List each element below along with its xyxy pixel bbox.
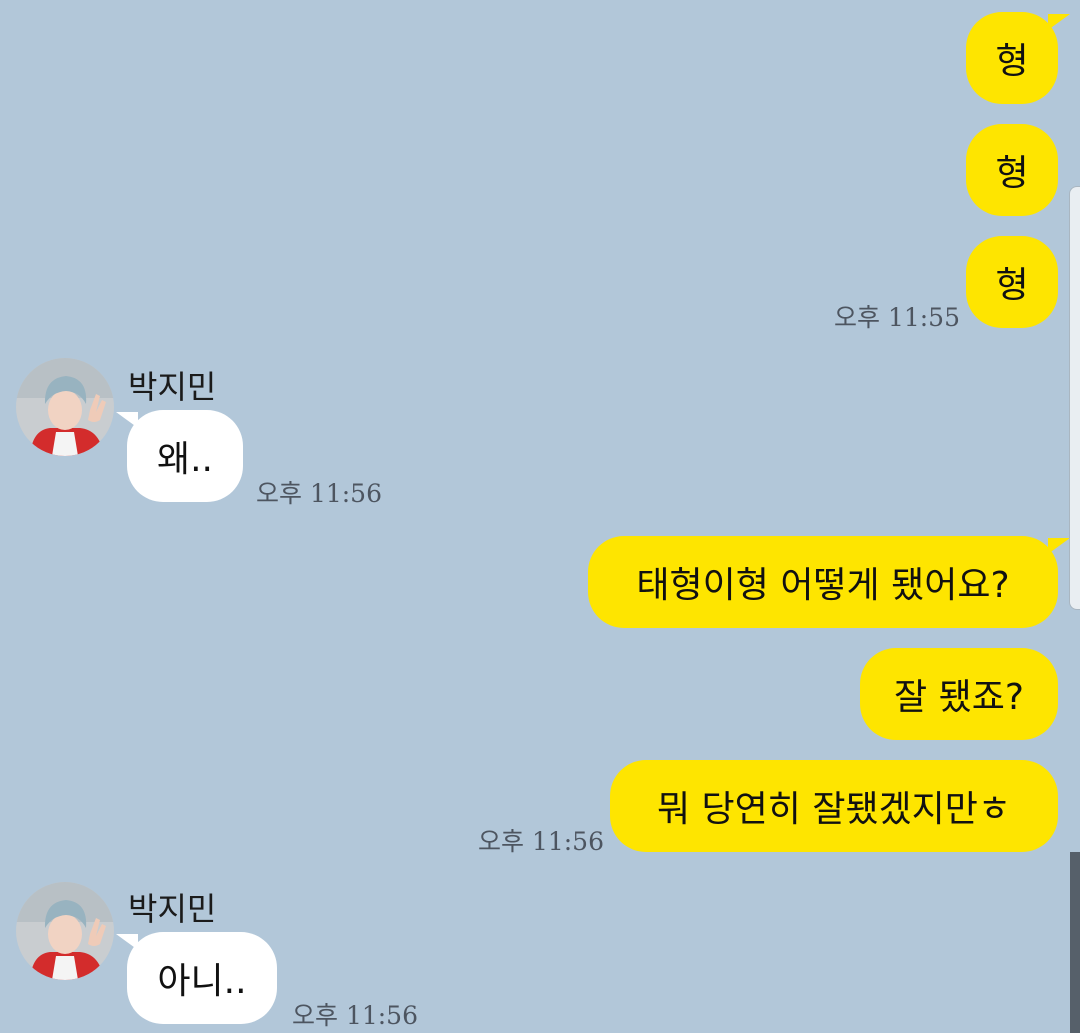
chat-room: 형 형 형 오후 11:55 박지민 왜.. 오후 11:56 태형이형 어떻게… [0, 0, 1080, 1033]
my-message-bubble[interactable]: 형 [966, 236, 1058, 328]
profile-photo-icon [16, 882, 114, 980]
their-message-bubble[interactable]: 아니.. [127, 932, 277, 1024]
message-text: 왜.. [156, 439, 213, 480]
my-message-bubble[interactable]: 태형이형 어떻게 됐어요? [588, 536, 1058, 628]
my-message-bubble[interactable]: 형 [966, 124, 1058, 216]
bubble-tail [116, 934, 138, 950]
my-message-bubble[interactable]: 잘 됐죠? [860, 648, 1058, 740]
message-text: 아니.. [157, 961, 247, 1002]
message-time: 오후 11:56 [256, 479, 382, 508]
message-text: 잘 됐죠? [894, 677, 1024, 718]
message-time: 오후 11:55 [834, 303, 960, 332]
sender-name: 박지민 [128, 368, 217, 406]
message-text: 뭐 당연히 잘됐겠지만ㅎ [656, 789, 1012, 830]
bubble-tail [116, 412, 138, 428]
sender-avatar[interactable] [16, 358, 114, 456]
scrollbar-track[interactable] [1069, 186, 1080, 610]
my-message-bubble[interactable]: 뭐 당연히 잘됐겠지만ㅎ [610, 760, 1058, 852]
message-text: 태형이형 어떻게 됐어요? [636, 565, 1010, 606]
message-text: 형 [995, 41, 1029, 82]
message-time: 오후 11:56 [292, 1001, 418, 1030]
sender-avatar[interactable] [16, 882, 114, 980]
profile-photo-icon [16, 358, 114, 456]
sender-name: 박지민 [128, 890, 217, 928]
scrollbar-thumb[interactable] [1070, 852, 1080, 1033]
bubble-tail [1048, 14, 1070, 30]
message-text: 형 [995, 265, 1029, 306]
message-time: 오후 11:56 [478, 827, 604, 856]
my-message-bubble[interactable]: 형 [966, 12, 1058, 104]
message-text: 형 [995, 153, 1029, 194]
bubble-tail [1048, 538, 1070, 554]
their-message-bubble[interactable]: 왜.. [127, 410, 243, 502]
